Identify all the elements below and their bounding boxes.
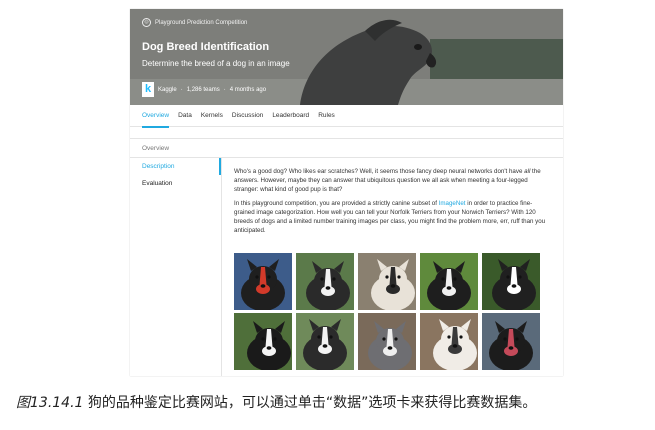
dog-photo-2: [296, 253, 354, 310]
dog-photo-9: [420, 313, 478, 370]
tab-discussion[interactable]: Discussion: [232, 105, 263, 127]
competition-tabs: Overview Data Kernels Discussion Leaderb…: [130, 105, 563, 128]
imagenet-link[interactable]: ImageNet: [439, 200, 466, 207]
sidebar-item-evaluation[interactable]: Evaluation: [130, 175, 221, 192]
tab-overview[interactable]: Overview: [142, 105, 170, 128]
separator-dot: ·: [223, 86, 226, 93]
tab-data[interactable]: Data: [178, 105, 192, 127]
overview-sidebar: Description Evaluation: [130, 158, 222, 376]
tab-leaderboard[interactable]: Leaderboard: [272, 105, 309, 127]
dog-image-grid: [234, 253, 542, 371]
panel-heading: Overview: [130, 139, 563, 158]
competition-meta: k Kaggle · 1,286 teams · 4 months ago: [142, 82, 266, 97]
badge-label: Playground Prediction Competition: [155, 19, 248, 26]
separator-dot: ·: [180, 86, 183, 93]
tab-kernels[interactable]: Kernels: [201, 105, 223, 127]
hero-banner: ◎ Playground Prediction Competition Dog …: [130, 9, 563, 105]
overview-panel: Overview Description Evaluation Who's a …: [130, 138, 563, 376]
description-paragraph-2: In this playground competition, you are …: [234, 199, 552, 235]
competition-title: Dog Breed Identification: [142, 41, 270, 53]
description-paragraph-1: Who's a good dog? Who likes ear scratche…: [234, 167, 552, 194]
kaggle-competition-page: ◎ Playground Prediction Competition Dog …: [130, 9, 563, 376]
dog-photo-8: [358, 313, 416, 370]
caption-text: 狗的品种鉴定比赛网站，可以通过单击“数据”选项卡来获得比赛数据集。: [83, 395, 537, 411]
competition-subtitle: Determine the breed of a dog in an image: [142, 59, 290, 68]
kaggle-logo-icon[interactable]: k: [142, 82, 154, 97]
para1-text-a: Who's a good dog? Who likes ear scratche…: [234, 168, 525, 175]
dog-photo-5: [482, 253, 540, 310]
sidebar-item-description[interactable]: Description: [130, 158, 221, 175]
tab-rules[interactable]: Rules: [318, 105, 335, 127]
dog-photo-3: [358, 253, 416, 310]
figure-caption: 图13.14.1 狗的品种鉴定比赛网站，可以通过单击“数据”选项卡来获得比赛数据…: [16, 392, 646, 412]
description-content: Who's a good dog? Who likes ear scratche…: [234, 167, 552, 240]
team-count: 1,286 teams: [186, 86, 220, 93]
competition-age: 4 months ago: [229, 86, 267, 93]
dog-photo-7: [296, 313, 354, 370]
dog-photo-10: [482, 313, 540, 370]
figure-number: 图13.14.1: [16, 395, 84, 411]
playground-icon: ◎: [142, 18, 151, 27]
dog-photo-1: [234, 253, 292, 310]
host-name[interactable]: Kaggle: [158, 87, 177, 93]
para2-text-a: In this playground competition, you are …: [234, 200, 439, 207]
competition-type-badge: ◎ Playground Prediction Competition: [142, 18, 247, 27]
dog-photo-4: [420, 253, 478, 310]
dog-photo-6: [234, 313, 292, 370]
